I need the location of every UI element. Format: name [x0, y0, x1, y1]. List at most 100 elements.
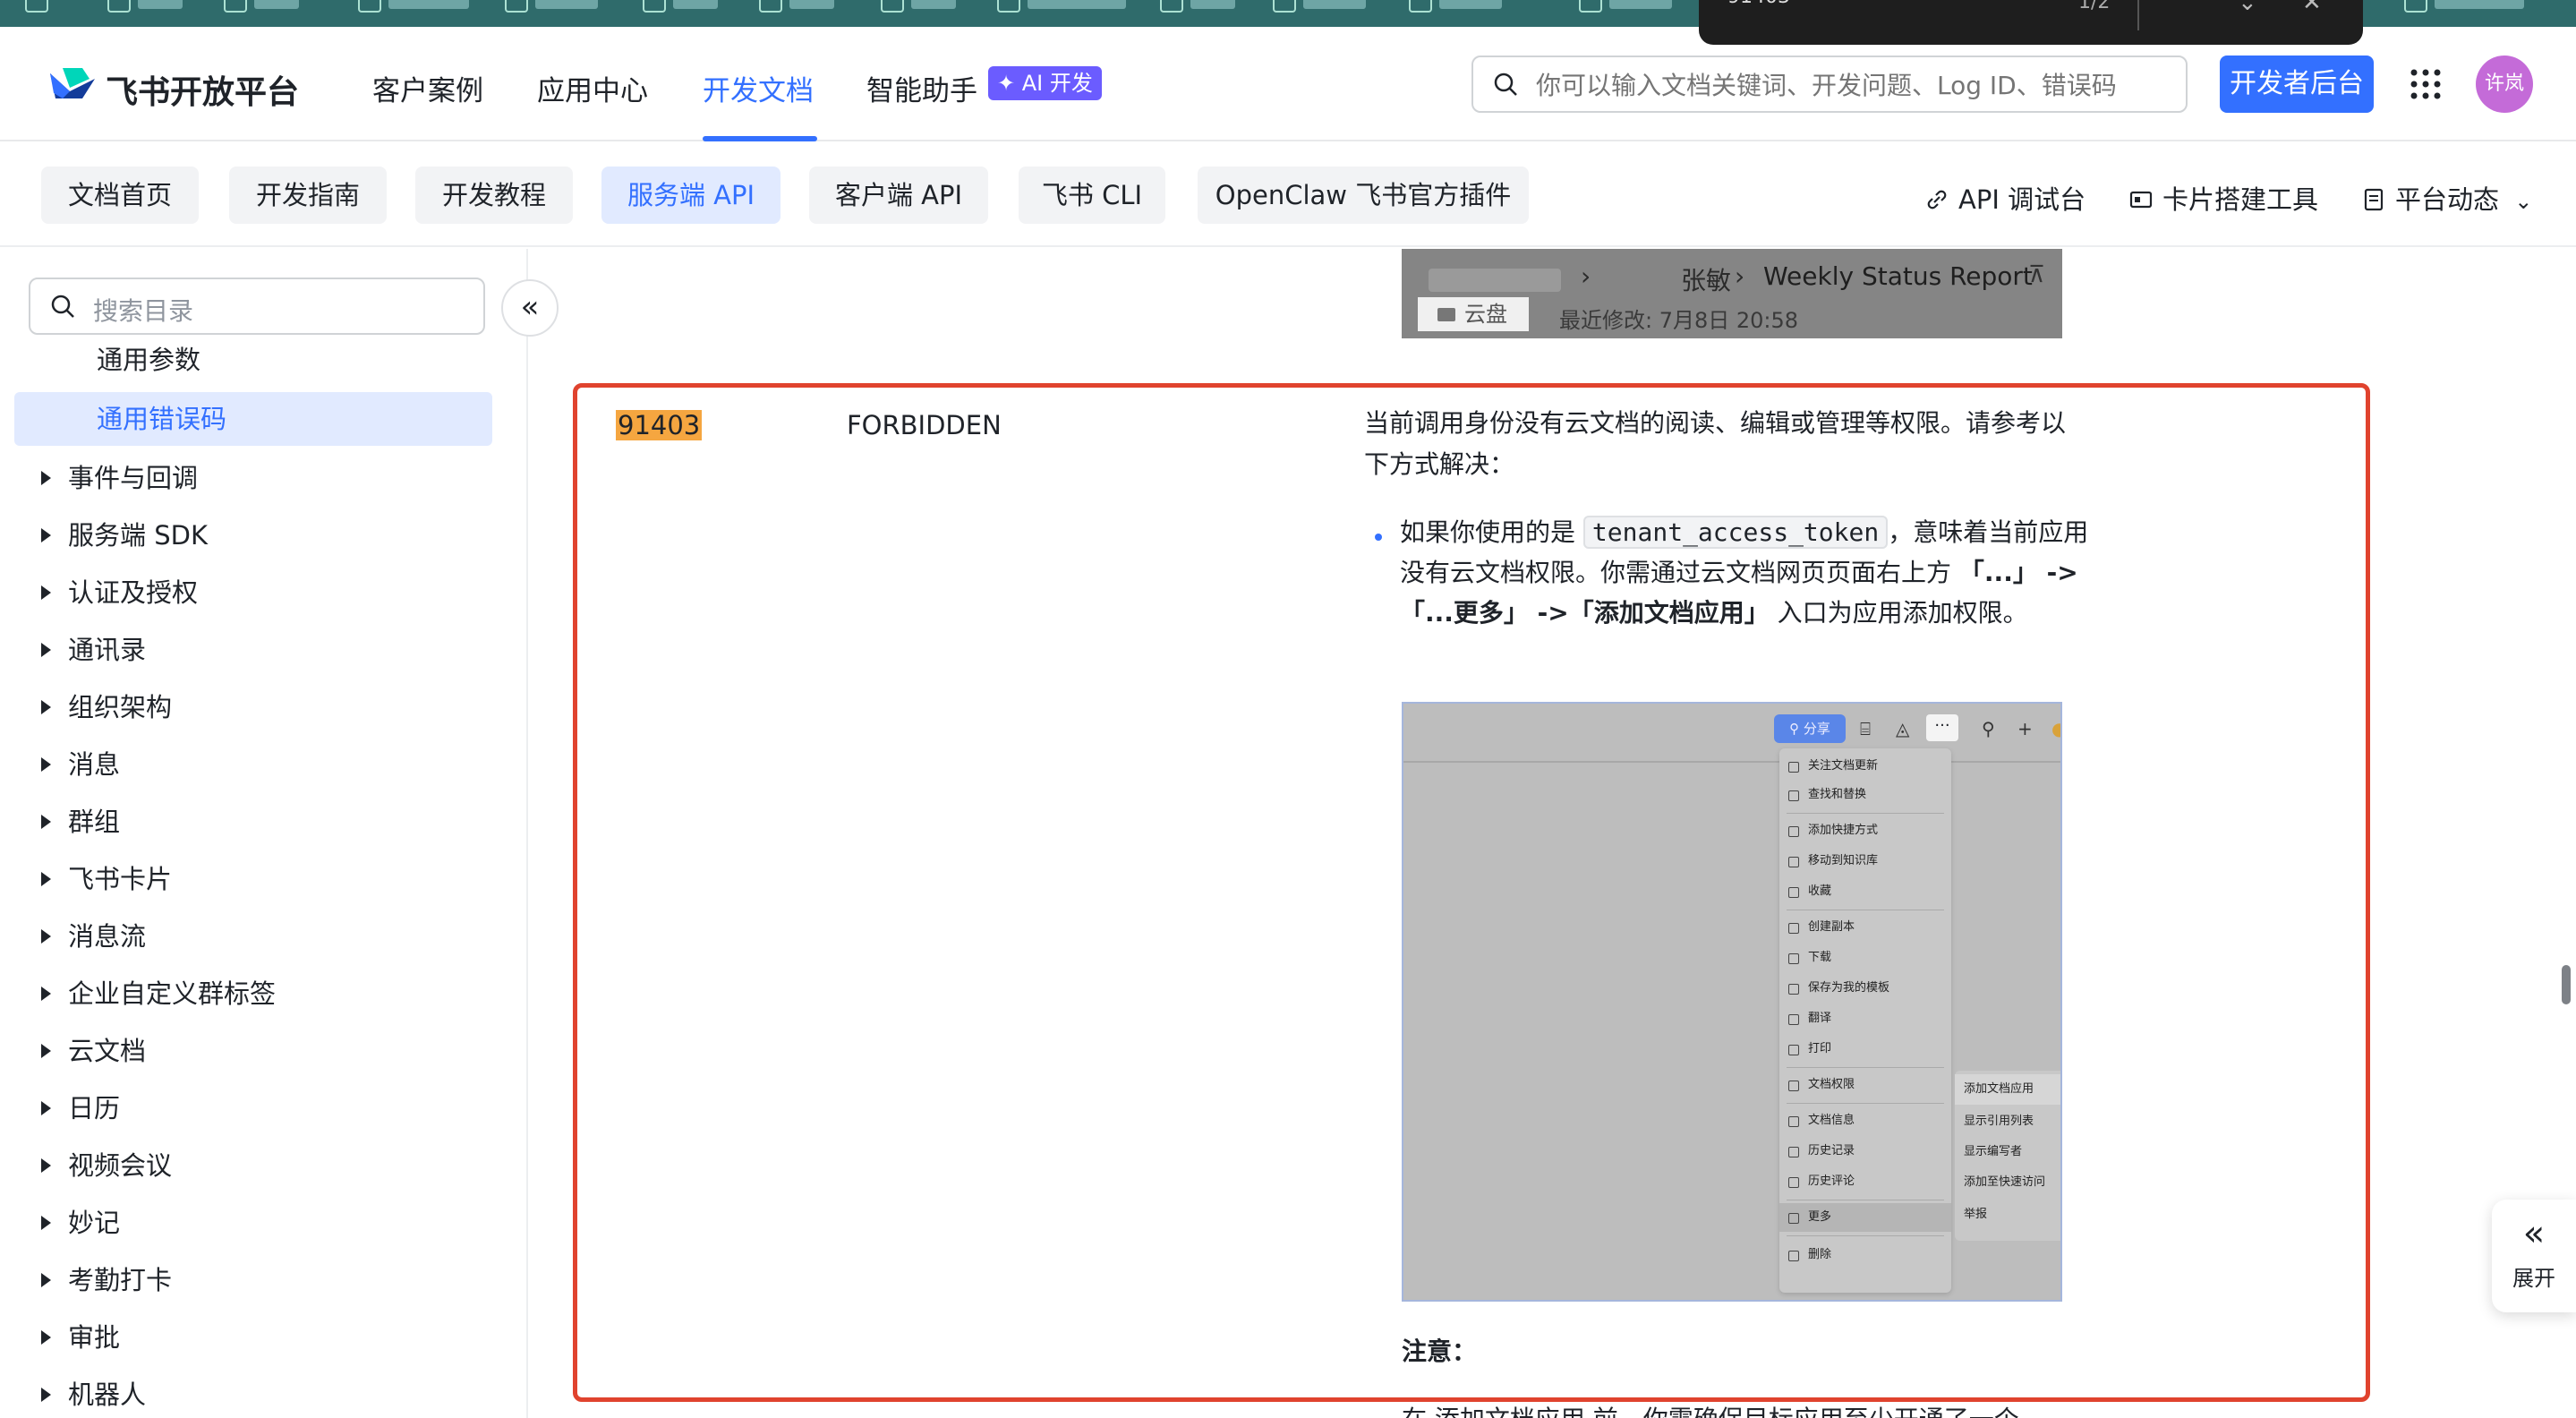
- bookmark-label[interactable]: [1028, 0, 1126, 9]
- sidebar-item-server-sdk[interactable]: 服务端 SDK: [14, 508, 492, 562]
- tab-dev-tutorial[interactable]: 开发教程: [415, 167, 573, 224]
- sidebar-item-bot[interactable]: 机器人: [14, 1368, 492, 1418]
- sidebar-item-cards[interactable]: 飞书卡片: [14, 852, 492, 906]
- folder-icon[interactable]: [2404, 0, 2427, 13]
- tab-feishu-cli[interactable]: 飞书 CLI: [1019, 167, 1165, 224]
- collapse-sidebar-button[interactable]: «: [501, 279, 559, 337]
- caret-right-icon: [41, 1388, 51, 1402]
- folder-icon[interactable]: [1579, 0, 1602, 13]
- ai-dev-badge[interactable]: ✦ AI 开发: [988, 66, 1102, 100]
- catalog-search-box[interactable]: 搜索目录: [29, 278, 485, 335]
- sidebar-item-label: 飞书卡片: [68, 864, 173, 894]
- note-label: 注意：: [1402, 1337, 1478, 1366]
- sidebar-item-minutes[interactable]: 妙记: [14, 1196, 492, 1250]
- bullet-text: 如果你使用的是: [1400, 517, 1576, 547]
- bookmark-label[interactable]: [789, 0, 834, 9]
- search-input[interactable]: [1536, 66, 2171, 104]
- sidebar-item-label: 审批: [68, 1322, 121, 1353]
- apps-icon[interactable]: [25, 0, 48, 13]
- tab-openclaw-plugin[interactable]: OpenClaw 飞书官方插件: [1198, 167, 1529, 224]
- menu-item: 收藏: [1779, 877, 1951, 906]
- sidebar-item-groups[interactable]: 群组: [14, 795, 492, 849]
- sidebar-item-label: 视频会议: [68, 1150, 173, 1181]
- user-avatar[interactable]: 许岚: [2476, 56, 2533, 113]
- bookmark-label[interactable]: [1190, 0, 1235, 9]
- bookmark-label[interactable]: [1303, 0, 1366, 9]
- inline-code: tenant_access_token: [1582, 516, 1889, 549]
- bookmark-label[interactable]: [388, 0, 469, 9]
- sidebar-item-common-params[interactable]: 通用参数: [14, 333, 492, 387]
- folder-icon[interactable]: [505, 0, 528, 13]
- folder-icon[interactable]: [759, 0, 782, 13]
- sidebar-item-feed[interactable]: 消息流: [14, 910, 492, 963]
- bookmark-label[interactable]: [1609, 0, 1672, 9]
- avatar-icon: ●: [2051, 718, 2060, 739]
- find-query[interactable]: 91403: [1727, 0, 1790, 8]
- folder-icon[interactable]: [107, 0, 131, 13]
- sidebar-item-approval[interactable]: 审批: [14, 1311, 492, 1364]
- bullet-text: 入口为应用添加权限。: [1777, 598, 2028, 628]
- menu-item: 打印: [1779, 1035, 1951, 1064]
- folder-icon[interactable]: [643, 0, 666, 13]
- chevron-down-icon[interactable]: ⌄: [2238, 0, 2257, 16]
- folder-icon[interactable]: [1160, 0, 1183, 13]
- sidebar-item-video-meetings[interactable]: 视频会议: [14, 1139, 492, 1192]
- nav-app-center[interactable]: 应用中心: [537, 68, 648, 108]
- caret-right-icon: [41, 1330, 51, 1345]
- sidebar-item-common-error-codes[interactable]: 通用错误码: [14, 392, 492, 446]
- folder-icon[interactable]: [1409, 0, 1432, 13]
- brand-name[interactable]: 飞书开放平台: [106, 66, 299, 113]
- sidebar-item-cloud-docs[interactable]: 云文档: [14, 1024, 492, 1078]
- apps-grid-icon[interactable]: [2410, 68, 2442, 100]
- card-builder-link[interactable]: 卡片搭建工具: [2128, 179, 2318, 217]
- tab-client-api[interactable]: 客户端 API: [809, 167, 988, 224]
- folder-icon[interactable]: [358, 0, 381, 13]
- bookmark-label[interactable]: [535, 0, 598, 9]
- nav-dev-docs[interactable]: 开发文档: [703, 68, 814, 108]
- menu-item: 翻译: [1779, 1004, 1951, 1033]
- folder-icon[interactable]: [1273, 0, 1296, 13]
- sidebar-item-contacts[interactable]: 通讯录: [14, 623, 492, 677]
- feishu-logo-icon[interactable]: [47, 66, 98, 104]
- expand-toc-button[interactable]: « 展开: [2492, 1200, 2576, 1312]
- folder-icon[interactable]: [881, 0, 904, 13]
- api-debug-link[interactable]: API 调试台: [1924, 179, 2086, 217]
- bookmark-label[interactable]: [911, 0, 956, 9]
- folder-icon[interactable]: [224, 0, 247, 13]
- bookmark-label[interactable]: [254, 0, 299, 9]
- folder-icon[interactable]: [997, 0, 1020, 13]
- caret-right-icon: [41, 643, 51, 657]
- bookmark-label[interactable]: [673, 0, 718, 9]
- sidebar-item-group-tags[interactable]: 企业自定义群标签: [14, 967, 492, 1021]
- bookmark-label[interactable]: [1439, 0, 1502, 9]
- caret-right-icon: [41, 1158, 51, 1173]
- sidebar-item-calendar[interactable]: 日历: [14, 1081, 492, 1135]
- card-icon: [2129, 191, 2153, 209]
- chevron-up-icon[interactable]: ⌃: [2173, 0, 2193, 16]
- submenu-item: 添加文档应用: [1955, 1074, 2060, 1105]
- sidebar-item-org[interactable]: 组织架构: [14, 680, 492, 734]
- caret-right-icon: [41, 757, 51, 772]
- bookmark-label[interactable]: [2435, 0, 2524, 9]
- doc-search-box[interactable]: [1471, 56, 2188, 113]
- scrollbar-thumb[interactable]: [2562, 965, 2571, 1004]
- search-icon: [1494, 73, 1517, 96]
- nav-customer-cases[interactable]: 客户案例: [372, 68, 483, 108]
- sidebar-item-messages[interactable]: 消息: [14, 738, 492, 791]
- close-icon[interactable]: ✕: [2302, 0, 2322, 16]
- platform-news-dropdown[interactable]: 平台动态 ⌄: [2361, 179, 2532, 217]
- sidebar-item-label: 群组: [68, 807, 121, 837]
- more-menu: 关注文档更新 查找和替换 添加快捷方式 移动到知识库 收藏 创建副本 下载 保存…: [1779, 748, 1951, 1293]
- sidebar-item-events-callbacks[interactable]: 事件与回调: [14, 451, 492, 505]
- tab-docs-home[interactable]: 文档首页: [41, 167, 199, 224]
- developer-console-button[interactable]: 开发者后台: [2220, 56, 2374, 113]
- tab-dev-guide[interactable]: 开发指南: [229, 167, 387, 224]
- bookmark-label[interactable]: [138, 0, 183, 9]
- sidebar-item-attendance[interactable]: 考勤打卡: [14, 1253, 492, 1307]
- modified-time: 最近修改: 7月8日 20:58: [1559, 308, 1799, 333]
- tab-server-api[interactable]: 服务端 API: [601, 167, 780, 224]
- doc-screenshot-header: › 张敏 › Weekly Status Report ⊼ 云盘 最近修改: 7…: [1402, 249, 2062, 338]
- sidebar-item-auth[interactable]: 认证及授权: [14, 566, 492, 619]
- nav-smart-assistant[interactable]: 智能助手: [866, 68, 977, 108]
- sidebar-item-label: 企业自定义群标签: [68, 978, 277, 1009]
